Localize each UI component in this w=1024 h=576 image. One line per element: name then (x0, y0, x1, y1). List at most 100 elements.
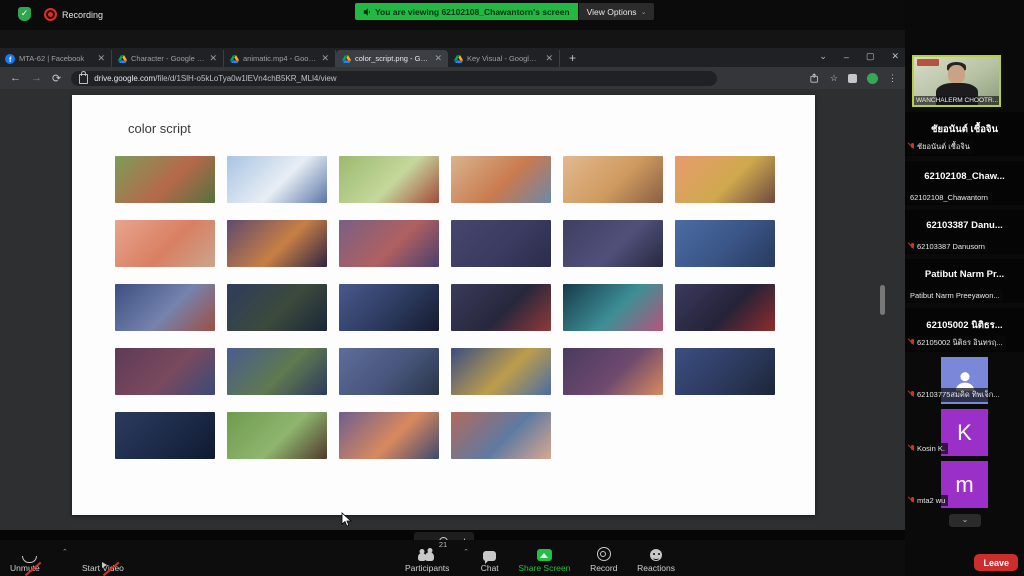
participant-tile-3[interactable]: Patibut Narm Pr...Patibut Narm Preeyawon… (905, 259, 1024, 303)
reactions-button[interactable]: Reactions (637, 544, 675, 576)
share-screen-icon (537, 549, 552, 561)
meeting-toolbar: Unmute ⌃ Start Video 21Participants ⌃ Chat… (0, 540, 905, 576)
participant-tile-2[interactable]: 62103387 Danu... 62103387 Danusorn (905, 210, 1024, 254)
thumbnail-grid (72, 156, 815, 459)
thumb-rocky-pass-orange-glow (563, 348, 663, 395)
mouse-cursor (341, 512, 353, 528)
thumb-dark-room-window (451, 220, 551, 267)
url-text: drive.google.com/file/d/1SlH-o5kLoTya0w1… (94, 74, 336, 83)
participant-tile-1[interactable]: 62102108_Chaw...62102108_Chawantorn (905, 161, 1024, 205)
share-button[interactable]: Share Screen (518, 544, 570, 576)
participant-tile-0[interactable]: ชัยอนันต์ เชื้อจินชัยอนันต์ เชื้อจิน (905, 112, 1024, 156)
participant-name-label: 62103775สมคิด ทิพเจ็ก... (907, 388, 1003, 402)
recording-label: Recording (62, 10, 103, 20)
share-icon[interactable] (810, 73, 820, 83)
tab-close-icon[interactable]: ✕ (544, 53, 554, 64)
browser-tab-0[interactable]: fMTA-62 | Facebook✕ (0, 50, 112, 67)
maximize-icon[interactable]: ▢ (866, 51, 875, 62)
thumb-man-yellow-vest (675, 156, 775, 203)
minimize-icon[interactable]: – (844, 52, 849, 62)
participant-tile-4[interactable]: 62105002 นิติธร...62105002 นิติธร อินทรฤ… (905, 308, 1024, 352)
drive-preview-area: color script − + (0, 89, 905, 530)
zoom-meeting-window: ✓ Recording You are viewing 62102108_Cha… (0, 0, 1024, 576)
thumb-night-pines-glow (675, 348, 775, 395)
thumb-fence-sheep-field (339, 156, 439, 203)
participant-display-name: Patibut Narm Pr... (905, 269, 1024, 280)
tab-close-icon[interactable]: ✕ (433, 53, 443, 64)
thumb-dawn-road-fence (339, 412, 439, 459)
participant-name-label: 62103387 Danusorn (907, 241, 988, 252)
tab-list: fMTA-62 | Facebook✕Character - Google ได… (0, 50, 560, 67)
thumb-wolf-red-eyes (675, 284, 775, 331)
muted-mic-icon (910, 243, 915, 251)
muted-mic-icon (910, 497, 915, 505)
participants-panel: WANCHALERM CHOOTR... ชัยอนันต์ เชื้อจินช… (905, 0, 1024, 576)
chevron-down-icon: ⌄ (641, 8, 647, 16)
tab-close-icon[interactable]: ✕ (96, 53, 106, 64)
active-speaker-video[interactable]: WANCHALERM CHOOTR... (912, 55, 1001, 107)
browser-tab-strip: fMTA-62 | Facebook✕Character - Google ได… (0, 48, 905, 67)
participant-tile-7[interactable]: mmta2 wu (905, 461, 1024, 508)
audio-options-chevron[interactable]: ⌃ (62, 548, 68, 556)
thumb-dusk-figures (339, 220, 439, 267)
toolbar-icons: ☆ ⋮ (810, 67, 897, 89)
participants-button[interactable]: 21Participants (405, 544, 449, 576)
muted-mic-icon (910, 391, 915, 399)
color-script-document: color script (72, 95, 815, 515)
browser-tab-4[interactable]: Key Visual - Google ไดรฟ์✕ (448, 50, 560, 67)
participant-tile-6[interactable]: KKosin K. (905, 409, 1024, 456)
thumb-two-men-pointing (563, 156, 663, 203)
thumb-blue-creature-gold-mane (451, 348, 551, 395)
leave-button[interactable]: Leave (974, 554, 1018, 571)
thumb-barn-interior-orange (227, 220, 327, 267)
participants-options-chevron[interactable]: ⌃ (463, 548, 469, 576)
tab-title: MTA-62 | Facebook (19, 54, 92, 63)
participant-name-label: mta2 wu (907, 495, 948, 506)
browser-tab-3[interactable]: color_script.png - Google ไดรฟ์✕ (336, 50, 448, 67)
profile-avatar[interactable] (867, 73, 878, 84)
tabsearch-chevron-icon[interactable]: ⌄ (819, 51, 827, 62)
tab-close-icon[interactable]: ✕ (320, 53, 330, 64)
back-button[interactable]: ← (10, 72, 21, 84)
toolbar-center-group: 21Participants ⌃ Chat Share Screen Record Rea… (405, 540, 675, 576)
thumb-moon-over-pines (115, 412, 215, 459)
thumb-sunset-farm-boy (115, 220, 215, 267)
thumbnail-row-3 (115, 284, 815, 331)
participant-display-name: 62103387 Danu... (905, 220, 1024, 231)
viewing-banner: You are viewing 62102108_Chawantorn's sc… (355, 3, 578, 20)
lock-icon (79, 74, 88, 84)
more-participants-button[interactable]: ⌄ (949, 514, 981, 527)
bookmark-star-icon[interactable]: ☆ (830, 73, 838, 84)
thumbnail-row-4 (115, 348, 815, 395)
browser-tab-2[interactable]: animatic.mp4 - Google ไดรฟ์✕ (224, 50, 336, 67)
participants-icon (418, 548, 436, 561)
chat-icon (483, 551, 496, 561)
browser-menu-icon[interactable]: ⋮ (888, 73, 897, 84)
record-button[interactable]: Record (590, 544, 617, 576)
new-tab-button[interactable]: + (560, 50, 585, 67)
unmute-button[interactable]: Unmute (10, 544, 40, 573)
scrollbar-thumb[interactable] (880, 285, 885, 315)
start-video-button[interactable]: Start Video (82, 544, 124, 573)
toolbar-button-label: Reactions (637, 563, 675, 573)
drive-favicon-icon (341, 54, 351, 64)
thumbnail-row-1 (115, 156, 815, 203)
thumb-night-man-with-sheep (115, 284, 215, 331)
extensions-icon[interactable] (848, 74, 857, 83)
address-bar[interactable]: drive.google.com/file/d/1SlH-o5kLoTya0w1… (71, 71, 717, 86)
window-controls: ⌄ – ▢ ✕ (819, 48, 899, 65)
chat-button[interactable]: Chat (481, 544, 499, 576)
video-background-sign (917, 59, 939, 66)
tab-close-icon[interactable]: ✕ (208, 53, 218, 64)
participant-tile-5[interactable]: 62103775สมคิด ทิพเจ็ก... (905, 357, 1024, 404)
close-window-icon[interactable]: ✕ (891, 51, 899, 62)
thumb-wolf-howling (339, 348, 439, 395)
participant-display-name: 62105002 นิติธร... (905, 318, 1024, 333)
view-options-button[interactable]: View Options ⌄ (579, 3, 655, 20)
thumbnail-row-5 (115, 412, 815, 459)
thumb-blue-doorway-sitting (675, 220, 775, 267)
toolbar-button-label: Record (590, 563, 617, 573)
forward-button[interactable]: → (31, 72, 42, 84)
browser-tab-1[interactable]: Character - Google ไดรฟ์✕ (112, 50, 224, 67)
reload-button[interactable]: ⟳ (52, 72, 61, 85)
